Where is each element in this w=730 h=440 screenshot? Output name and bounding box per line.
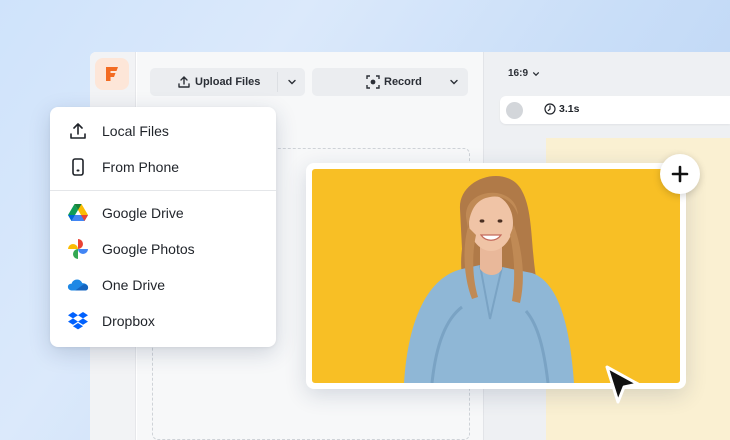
record-label: Record — [384, 76, 422, 88]
chevron-down-icon[interactable] — [449, 77, 459, 87]
menu-item-label: Google Photos — [102, 241, 195, 257]
upload-icon — [67, 120, 89, 142]
google-photos-icon — [67, 238, 89, 260]
menu-item-label: One Drive — [102, 277, 166, 293]
onedrive-icon — [67, 274, 89, 296]
google-drive-icon — [67, 202, 89, 224]
woman-portrait-illustration — [404, 175, 574, 383]
brand-logo[interactable] — [95, 58, 129, 90]
menu-item-label: From Phone — [102, 159, 180, 175]
menu-item-google-photos[interactable]: Google Photos — [50, 234, 276, 264]
clip-timing-bar: 3.1s — [500, 96, 730, 124]
mouse-cursor-icon — [605, 365, 640, 404]
dropbox-icon — [67, 310, 89, 332]
chevron-down-icon — [532, 71, 540, 76]
menu-item-local-files[interactable]: Local Files — [50, 116, 276, 146]
upload-files-button[interactable]: Upload Files — [150, 68, 305, 96]
clip-duration[interactable]: 3.1s — [544, 103, 579, 115]
menu-item-one-drive[interactable]: One Drive — [50, 270, 276, 300]
upload-icon — [178, 76, 190, 88]
uploaded-photo-card[interactable] — [306, 163, 686, 389]
phone-icon — [67, 156, 89, 178]
add-button[interactable] — [660, 154, 700, 194]
uploaded-photo — [312, 169, 680, 383]
menu-item-label: Local Files — [102, 123, 169, 139]
upload-source-menu: Local Files From Phone Google Drive Goog… — [50, 107, 276, 347]
plus-icon — [671, 165, 689, 183]
clip-color-swatch[interactable] — [506, 102, 523, 119]
upload-files-label: Upload Files — [195, 76, 261, 88]
menu-item-dropbox[interactable]: Dropbox — [50, 306, 276, 336]
brand-logo-icon — [106, 67, 118, 81]
menu-item-label: Google Drive — [102, 205, 184, 221]
menu-item-label: Dropbox — [102, 313, 155, 329]
aspect-ratio-label: 16:9 — [508, 68, 529, 79]
aspect-ratio-selector[interactable]: 16:9 — [508, 68, 540, 79]
menu-divider — [50, 190, 276, 191]
record-button[interactable]: Record — [312, 68, 468, 96]
chevron-down-icon[interactable] — [287, 77, 297, 87]
record-icon — [366, 75, 380, 89]
clip-duration-value: 3.1s — [559, 103, 580, 115]
menu-item-google-drive[interactable]: Google Drive — [50, 198, 276, 228]
menu-item-from-phone[interactable]: From Phone — [50, 152, 276, 182]
divider — [277, 72, 278, 92]
clock-icon — [544, 103, 556, 115]
